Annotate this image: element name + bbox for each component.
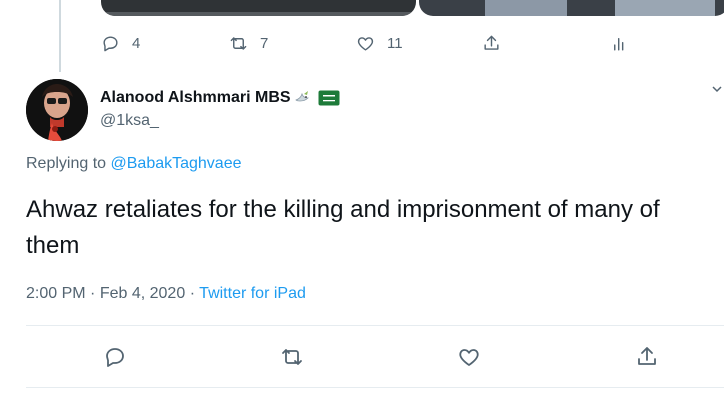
dove-emoji-icon <box>294 91 309 102</box>
user-handle[interactable]: @1ksa_ <box>100 112 159 130</box>
tweet-client[interactable]: Twitter for iPad <box>199 285 306 302</box>
prev-like-count: 11 <box>387 35 403 52</box>
prev-retweet-button[interactable]: 7 <box>229 34 268 53</box>
reply-icon <box>103 36 118 52</box>
chevron-down-icon[interactable] <box>712 84 722 94</box>
meta-separator: · <box>189 285 196 302</box>
avatar[interactable] <box>26 79 88 141</box>
divider <box>26 387 724 388</box>
prev-analytics-button[interactable] <box>610 34 629 53</box>
display-name-row[interactable]: Alanood Alshmmari MBS <box>100 88 340 108</box>
avatar-image <box>26 79 88 141</box>
retweet-icon <box>230 37 247 50</box>
replying-to-handle[interactable]: @BabakTaghvaee <box>111 155 242 172</box>
tweet-meta: 2:00 PM · Feb 4, 2020 · Twitter for iPad <box>26 285 306 303</box>
share-button[interactable] <box>635 345 659 369</box>
reply-button[interactable] <box>103 345 127 369</box>
tweet-time[interactable]: 2:00 PM <box>26 285 86 302</box>
retweet-button[interactable] <box>280 345 304 369</box>
meta-separator: · <box>90 285 96 302</box>
display-name: Alanood Alshmmari MBS <box>100 89 291 106</box>
retweet-icon <box>282 349 302 365</box>
prev-reply-count: 4 <box>132 35 141 52</box>
divider <box>26 325 724 326</box>
prev-share-button[interactable] <box>482 34 501 53</box>
reply-icon <box>106 348 124 367</box>
replying-to-line: Replying to @BabakTaghvaee <box>26 155 242 173</box>
saudi-flag-icon <box>318 90 340 106</box>
analytics-icon <box>614 38 624 51</box>
like-icon <box>459 349 479 366</box>
tweet-date[interactable]: Feb 4, 2020 <box>100 285 185 302</box>
like-icon <box>357 37 374 51</box>
previous-tweet-image-right[interactable] <box>419 0 724 16</box>
share-icon <box>484 35 499 50</box>
thread-connector-line <box>59 0 61 72</box>
tweet-text: Ahwaz retaliates for the killing and imp… <box>26 196 660 259</box>
prev-retweet-count: 7 <box>260 35 269 52</box>
like-button[interactable] <box>457 345 481 369</box>
share-icon <box>638 347 656 365</box>
previous-tweet-image-left[interactable] <box>101 0 416 16</box>
prev-like-button[interactable]: 11 <box>356 34 403 53</box>
replying-to-label: Replying to <box>26 155 107 172</box>
prev-reply-button[interactable]: 4 <box>101 34 140 53</box>
